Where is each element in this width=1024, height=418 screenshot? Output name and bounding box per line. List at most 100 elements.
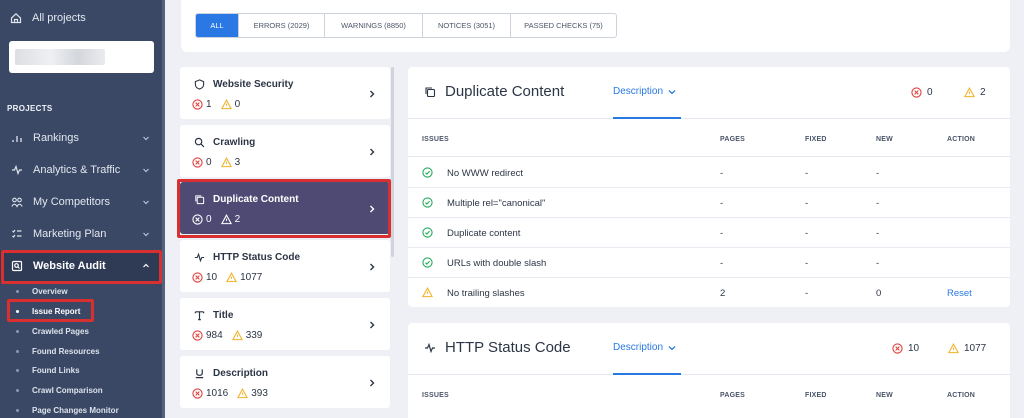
sidebar-scrollbar[interactable] [162, 0, 165, 418]
error-count: 984 [206, 330, 223, 341]
sidebar-subitem-issue-report[interactable]: Issue Report [0, 302, 162, 320]
table-row[interactable]: No WWW redirect - - - [408, 158, 1010, 188]
all-projects-link[interactable]: All projects [10, 12, 86, 24]
new-value: - [876, 258, 880, 269]
column-header-pages[interactable]: PAGES [720, 136, 745, 143]
warning-icon [231, 330, 243, 341]
warning-icon [421, 286, 434, 298]
table-row[interactable]: URLs with double slash - - - [408, 248, 1010, 278]
project-selector[interactable] [9, 41, 154, 73]
error-icon [892, 343, 903, 354]
sidebar-subitem-label: Page Changes Monitor [32, 405, 119, 415]
category-counts: 984 339 [192, 330, 262, 341]
sidebar-subitem-crawl-comparison[interactable]: Crawl Comparison [0, 381, 162, 399]
sidebar-subitem-page-changes-monitor[interactable]: Page Changes Monitor [0, 401, 162, 418]
tab-warnings[interactable]: WARNINGS (8850) [325, 14, 423, 37]
column-header-new[interactable]: NEW [876, 392, 893, 399]
check-circle-icon [422, 167, 433, 178]
check-circle-icon [422, 227, 433, 238]
category-list: Website Security 1 0 Crawling 0 3 Duplic… [180, 67, 390, 418]
category-card-duplicate-content[interactable]: Duplicate Content 0 2 [180, 182, 390, 234]
column-header-new[interactable]: NEW [876, 136, 893, 143]
tab-passed-checks[interactable]: PASSED CHECKS (75) [511, 14, 616, 37]
table-row[interactable]: Duplicate content - - - [408, 218, 1010, 248]
error-icon [192, 330, 203, 341]
warning-count: 0 [234, 99, 241, 110]
category-name: Title [213, 310, 234, 321]
panel-header: HTTP Status Code Description 10 1077 [408, 323, 1010, 375]
panel-title: Duplicate Content [445, 83, 565, 100]
column-header-fixed[interactable]: FIXED [805, 136, 827, 143]
new-value: - [876, 168, 880, 179]
description-dropdown[interactable]: Description [613, 86, 676, 97]
warning-icon [964, 87, 975, 98]
column-header-fixed[interactable]: FIXED [805, 392, 827, 399]
pages-value: - [720, 168, 724, 179]
new-value: 0 [876, 288, 882, 299]
table-row[interactable]: Multiple rel="canonical" - - - [408, 188, 1010, 218]
tab-all[interactable]: ALL [196, 14, 239, 37]
pages-value[interactable]: 2 [720, 288, 725, 299]
description-tab-underline [613, 373, 681, 375]
category-name: Website Security [213, 79, 294, 90]
table-row[interactable]: No trailing slashes 2 - 0 Reset [408, 278, 1010, 308]
pages-value: - [720, 198, 724, 209]
new-value: - [876, 228, 880, 239]
chevron-right-icon [370, 205, 375, 213]
error-icon [192, 388, 203, 399]
category-card-description[interactable]: Description 1016 393 [180, 356, 390, 408]
sidebar-item-marketing-plan[interactable]: Marketing Plan [0, 220, 162, 248]
warning-icon [220, 99, 232, 110]
pages-value: - [720, 258, 724, 269]
sidebar-subitem-overview[interactable]: Overview [0, 282, 162, 300]
audit-icon [11, 260, 23, 272]
check-circle-icon [422, 257, 433, 268]
issue-name: Multiple rel="canonical" [447, 198, 546, 209]
sidebar-subitem-found-resources[interactable]: Found Resources [0, 342, 162, 360]
warning-count: 1077 [964, 343, 987, 354]
sidebar-subitem-label: Found Resources [32, 346, 100, 356]
error-icon [192, 157, 203, 168]
column-header-pages[interactable]: PAGES [720, 392, 745, 399]
column-header-issues: ISSUES [422, 392, 449, 399]
chevron-right-icon [370, 148, 375, 156]
sidebar-subitem-found-links[interactable]: Found Links [0, 361, 162, 379]
new-value: - [876, 198, 880, 209]
category-card-http-status-code[interactable]: HTTP Status Code 10 1077 [180, 240, 390, 292]
panel-warning-count: 1077 [948, 343, 986, 354]
sidebar-subitem-crawled-pages[interactable]: Crawled Pages [0, 322, 162, 340]
warning-count: 1077 [240, 272, 263, 283]
warning-icon [220, 157, 232, 168]
category-counts: 0 2 [192, 214, 240, 225]
issue-name: No trailing slashes [447, 288, 525, 299]
sidebar-item-competitors[interactable]: My Competitors [0, 188, 162, 216]
column-header-action: ACTION [947, 136, 976, 143]
category-counts: 0 3 [192, 157, 240, 168]
error-count: 1 [206, 99, 212, 110]
description-label: Description [613, 342, 664, 353]
sidebar-item-website-audit[interactable]: Website Audit [0, 250, 162, 282]
panel-header: Duplicate Content Description 0 2 [408, 67, 1010, 119]
category-list-scrollbar[interactable] [391, 67, 394, 257]
sidebar-item-label: My Competitors [33, 196, 111, 208]
tab-notices[interactable]: NOTICES (3051) [423, 14, 511, 37]
panel-error-count: 0 [911, 87, 933, 98]
category-card-title[interactable]: Title 984 339 [180, 298, 390, 350]
bullet-dot [16, 289, 19, 293]
reset-link[interactable]: Reset [947, 288, 972, 299]
description-dropdown[interactable]: Description [613, 342, 676, 353]
tab-errors[interactable]: ERRORS (2029) [239, 14, 325, 37]
pulse-icon [425, 342, 435, 354]
chevron-down-icon [143, 232, 149, 237]
category-counts: 1 0 [192, 99, 240, 110]
category-card-crawling[interactable]: Crawling 0 3 [180, 125, 390, 177]
check-circle-icon [422, 197, 433, 208]
sidebar-item-analytics[interactable]: Analytics & Traffic [0, 156, 162, 184]
bullet-dot [16, 309, 19, 313]
description-tab-underline [613, 117, 681, 119]
sidebar-item-rankings[interactable]: Rankings [0, 124, 162, 152]
bullet-dot [16, 349, 19, 353]
chevron-up-icon [143, 263, 149, 268]
panel-error-count: 10 [892, 343, 919, 354]
category-card-website-security[interactable]: Website Security 1 0 [180, 67, 390, 119]
